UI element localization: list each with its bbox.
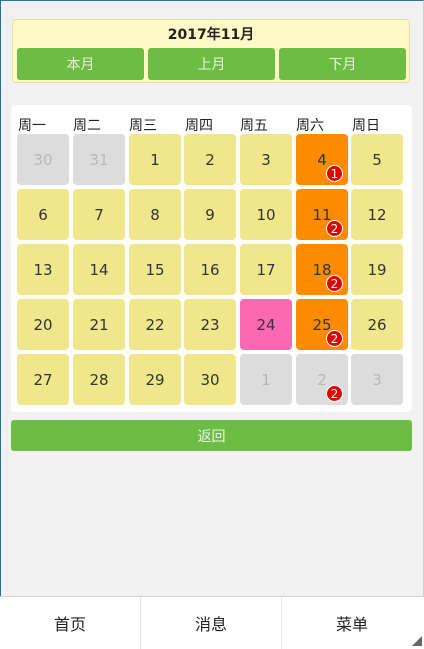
day-number: 10 (256, 205, 276, 224)
day-number: 17 (256, 260, 276, 279)
day-number: 15 (145, 260, 165, 279)
calendar-day[interactable]: 2 (184, 134, 236, 185)
calendar-day[interactable]: 8 (129, 189, 181, 240)
prev-month-button[interactable]: 上月 (148, 48, 275, 80)
day-number: 13 (33, 260, 53, 279)
day-number: 5 (372, 150, 382, 169)
calendar-day[interactable]: 22 (129, 299, 181, 350)
calendar-day[interactable]: 30 (17, 134, 69, 185)
calendar-grid: 周一 周二 周三 周四 周五 周六 周日 30 31 1 2 3 4 1 5 6 7 8 9 10 11 2… (11, 105, 412, 412)
day-number: 30 (33, 150, 53, 169)
calendar-day[interactable]: 13 (17, 244, 69, 295)
day-number: 2 (205, 150, 215, 169)
calendar-day[interactable]: 27 (17, 354, 69, 405)
day-number: 27 (33, 370, 53, 389)
day-number: 22 (145, 315, 165, 334)
day-number: 1 (150, 150, 160, 169)
calendar-day[interactable]: 5 (351, 134, 403, 185)
calendar-day[interactable]: 3 (351, 354, 403, 405)
day-number: 12 (367, 205, 387, 224)
day-number: 28 (89, 370, 109, 389)
next-month-button[interactable]: 下月 (279, 48, 406, 80)
this-month-button[interactable]: 本月 (17, 48, 144, 80)
calendar-day[interactable]: 15 (129, 244, 181, 295)
day-number: 24 (256, 315, 276, 334)
calendar-day[interactable]: 30 (184, 354, 236, 405)
calendar-day[interactable]: 29 (129, 354, 181, 405)
weekday-fri: 周五 (240, 118, 268, 134)
calendar-day[interactable]: 28 (73, 354, 125, 405)
event-count-badge: 2 (326, 385, 343, 402)
month-header: 2017年11月 本月 上月 下月 (12, 19, 410, 83)
event-count-badge: 2 (326, 220, 343, 237)
day-number: 16 (200, 260, 220, 279)
day-number: 8 (150, 205, 160, 224)
tab-messages[interactable]: 消息 (140, 597, 281, 649)
back-button[interactable]: 返回 (11, 420, 412, 451)
calendar-day[interactable]: 12 (351, 189, 403, 240)
calendar-day[interactable]: 19 (351, 244, 403, 295)
weekday-wed: 周三 (129, 118, 157, 134)
day-number: 4 (317, 150, 327, 169)
day-number: 1 (261, 370, 271, 389)
calendar-day[interactable]: 1 (240, 354, 292, 405)
calendar-day[interactable]: 31 (73, 134, 125, 185)
day-number: 23 (200, 315, 220, 334)
calendar-day[interactable]: 41 (296, 134, 348, 185)
day-number: 21 (89, 315, 109, 334)
calendar-day[interactable]: 16 (184, 244, 236, 295)
calendar-day[interactable]: 9 (184, 189, 236, 240)
event-count-badge: 2 (326, 275, 343, 292)
tab-home[interactable]: 首页 (0, 597, 140, 649)
day-number: 6 (38, 205, 48, 224)
day-number: 20 (33, 315, 53, 334)
calendar-day[interactable]: 17 (240, 244, 292, 295)
calendar-day[interactable]: 26 (351, 299, 403, 350)
month-title: 2017年11月 (167, 27, 255, 43)
event-count-badge: 2 (326, 330, 343, 347)
day-number: 29 (145, 370, 165, 389)
day-number: 7 (94, 205, 104, 224)
day-number: 3 (261, 150, 271, 169)
day-number: 3 (372, 370, 382, 389)
bottom-tab-bar: 首页 消息 菜单 (0, 596, 424, 649)
calendar-day[interactable]: 1 (129, 134, 181, 185)
tab-menu[interactable]: 菜单 (281, 597, 422, 649)
calendar-day[interactable]: 23 (184, 299, 236, 350)
weekday-mon: 周一 (18, 118, 46, 134)
calendar-day[interactable]: 11 2 (296, 189, 348, 240)
calendar-day[interactable]: 7 (73, 189, 125, 240)
day-number: 9 (205, 205, 215, 224)
day-number: 30 (200, 370, 220, 389)
calendar-day[interactable]: 25 2 (296, 299, 348, 350)
calendar-day[interactable]: 21 (73, 299, 125, 350)
calendar-day[interactable]: 14 (73, 244, 125, 295)
day-number: 14 (89, 260, 109, 279)
weekday-sun: 周日 (352, 118, 380, 134)
calendar-day[interactable]: 10 (240, 189, 292, 240)
day-number: 19 (367, 260, 387, 279)
event-count-badge: 1 (326, 165, 343, 182)
weekday-sat: 周六 (296, 118, 324, 134)
weekday-thu: 周四 (185, 118, 213, 134)
resize-grip-icon[interactable] (412, 636, 422, 646)
weekday-tue: 周二 (73, 118, 101, 134)
calendar-day[interactable]: 22 (296, 354, 348, 405)
day-number: 2 (317, 370, 327, 389)
day-number: 26 (367, 315, 387, 334)
calendar-day[interactable]: 3 (240, 134, 292, 185)
calendar-day[interactable]: 6 (17, 189, 69, 240)
calendar-day[interactable]: 24 (240, 299, 292, 350)
calendar-day[interactable]: 20 (17, 299, 69, 350)
calendar-day[interactable]: 18 2 (296, 244, 348, 295)
day-number: 31 (89, 150, 109, 169)
